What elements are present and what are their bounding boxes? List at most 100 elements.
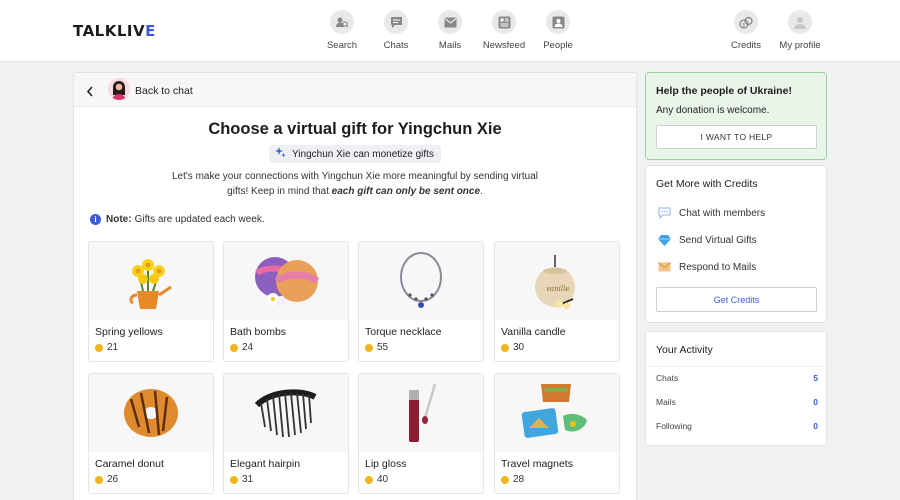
gift-price: 40 <box>365 474 388 485</box>
i-want-to-help-button[interactable]: I WANT TO HELP <box>656 125 817 149</box>
nav-label: Credits <box>730 40 762 51</box>
nav-label: Chats <box>383 40 409 51</box>
coin-icon <box>230 343 238 352</box>
note-label: Note: <box>106 214 132 225</box>
nav-label: Mails <box>438 40 462 51</box>
gift-card-bath-bombs[interactable]: Bath bombs 24 <box>223 241 349 362</box>
daffodils-watering-can-icon <box>89 242 213 320</box>
gift-name: Caramel donut <box>95 458 164 470</box>
page-title: Choose a virtual gift for Yingchun Xie <box>208 120 502 138</box>
back-to-chat-link[interactable]: Back to chat <box>135 85 193 97</box>
gift-card-travel-magnets[interactable]: Travel magnets 28 <box>494 373 620 494</box>
gift-price: 55 <box>365 342 388 353</box>
gift-price: 26 <box>95 474 118 485</box>
magnets-icon <box>495 374 619 452</box>
nav-label: Search <box>326 40 358 51</box>
gift-selection-panel: Back to chat Choose a virtual gift for Y… <box>73 72 637 500</box>
chevron-left-icon[interactable] <box>86 84 94 102</box>
activity-row-mails[interactable]: Mails 0 <box>656 397 818 407</box>
activity-row-following[interactable]: Following 0 <box>656 421 818 431</box>
mail-icon <box>438 10 462 34</box>
activity-row-chats[interactable]: Chats 5 <box>656 373 818 383</box>
info-icon: i <box>90 214 101 225</box>
gift-card-torque-necklace[interactable]: Torque necklace 55 <box>358 241 484 362</box>
people-icon <box>546 10 570 34</box>
gift-card-elegant-hairpin[interactable]: Elegant hairpin 31 <box>223 373 349 494</box>
coin-icon <box>95 343 103 352</box>
credits-coins-icon: $ <box>734 10 758 34</box>
nav-search[interactable]: Search <box>327 0 357 62</box>
gift-card-spring-yellows[interactable]: Spring yellows 21 <box>88 241 214 362</box>
ukraine-donation-card: Help the people of Ukraine! Any donation… <box>645 72 827 160</box>
nav-label: Newsfeed <box>482 40 526 51</box>
nav-people[interactable]: People <box>541 0 575 62</box>
credits-item-gifts[interactable]: Send Virtual Gifts <box>657 234 757 246</box>
coin-icon <box>501 475 509 484</box>
donut-icon <box>89 374 213 452</box>
nav-my-profile[interactable]: My profile <box>778 0 822 62</box>
gift-name: Torque necklace <box>365 326 442 338</box>
credits-item-label: Send Virtual Gifts <box>679 234 757 246</box>
activity-heading: Your Activity <box>656 344 713 356</box>
nav-credits[interactable]: $ Credits <box>729 0 763 62</box>
nav-label: My profile <box>779 40 821 51</box>
nav-label: People <box>543 40 573 51</box>
nav-mails[interactable]: Mails <box>435 0 465 62</box>
nav-chats[interactable]: Chats <box>381 0 411 62</box>
coin-icon <box>501 343 509 352</box>
monetize-badge-text: Yingchun Xie can monetize gifts <box>292 148 434 160</box>
top-navigation-bar: TALKLIVE Search Chats Mails Newsfeed Peo… <box>0 0 900 62</box>
bath-bombs-icon <box>224 242 348 320</box>
activity-count: 5 <box>813 373 818 383</box>
intro-emphasis: each gift can only be sent once <box>331 186 481 197</box>
gift-card-vanilla-candle[interactable]: vanille Vanilla candle 30 <box>494 241 620 362</box>
lip-gloss-icon <box>359 374 483 452</box>
search-people-icon <box>330 10 354 34</box>
gift-card-caramel-donut[interactable]: Caramel donut 26 <box>88 373 214 494</box>
note-text: Gifts are updated each week. <box>134 214 265 225</box>
nav-newsfeed[interactable]: Newsfeed <box>482 0 526 62</box>
activity-count: 0 <box>813 397 818 407</box>
candle-icon: vanille <box>495 242 619 320</box>
gift-name: Lip gloss <box>365 458 407 470</box>
chat-bubble-icon <box>384 10 408 34</box>
coin-icon <box>365 343 373 352</box>
gift-name: Bath bombs <box>230 326 287 338</box>
gift-price: 28 <box>501 474 524 485</box>
gift-name: Elegant hairpin <box>230 458 301 470</box>
credits-item-label: Chat with members <box>679 207 766 219</box>
ukraine-heading: Help the people of Ukraine! <box>656 85 792 97</box>
gift-price: 30 <box>501 342 524 353</box>
talklive-logo[interactable]: TALKLIVE <box>73 22 156 40</box>
necklace-icon <box>359 242 483 320</box>
profile-avatar-icon <box>788 10 812 34</box>
chat-bubble-icon <box>657 207 671 219</box>
gift-name: Travel magnets <box>501 458 573 470</box>
coin-icon <box>95 475 103 484</box>
your-activity-card: Your Activity Chats 5 Mails 0 Following 0 <box>645 331 827 446</box>
svg-text:$: $ <box>742 22 745 28</box>
gifts-note: i Note: Gifts are updated each week. <box>90 214 265 225</box>
coin-icon <box>365 475 373 484</box>
intro-text: Let's make your connections with Yingchu… <box>171 171 538 197</box>
back-to-chat-bar: Back to chat <box>74 73 636 107</box>
gift-card-lip-gloss[interactable]: Lip gloss 40 <box>358 373 484 494</box>
gift-price: 21 <box>95 342 118 353</box>
credits-heading: Get More with Credits <box>656 178 758 190</box>
credits-item-label: Respond to Mails <box>679 261 757 273</box>
monetize-badge: Yingchun Xie can monetize gifts <box>269 145 441 163</box>
get-more-credits-card: Get More with Credits Chat with members … <box>645 165 827 323</box>
envelope-icon <box>657 261 671 273</box>
svg-text:vanille: vanille <box>546 285 570 293</box>
activity-count: 0 <box>813 421 818 431</box>
newsfeed-icon <box>492 10 516 34</box>
gift-price: 24 <box>230 342 253 353</box>
ukraine-subtext: Any donation is welcome. <box>656 105 770 116</box>
credits-item-mails[interactable]: Respond to Mails <box>657 261 756 273</box>
recipient-avatar <box>108 78 130 100</box>
divider <box>646 366 826 367</box>
get-credits-button[interactable]: Get Credits <box>656 287 817 312</box>
hair-comb-icon <box>224 374 348 452</box>
gift-name: Spring yellows <box>95 326 163 338</box>
credits-item-chat[interactable]: Chat with members <box>657 207 765 219</box>
